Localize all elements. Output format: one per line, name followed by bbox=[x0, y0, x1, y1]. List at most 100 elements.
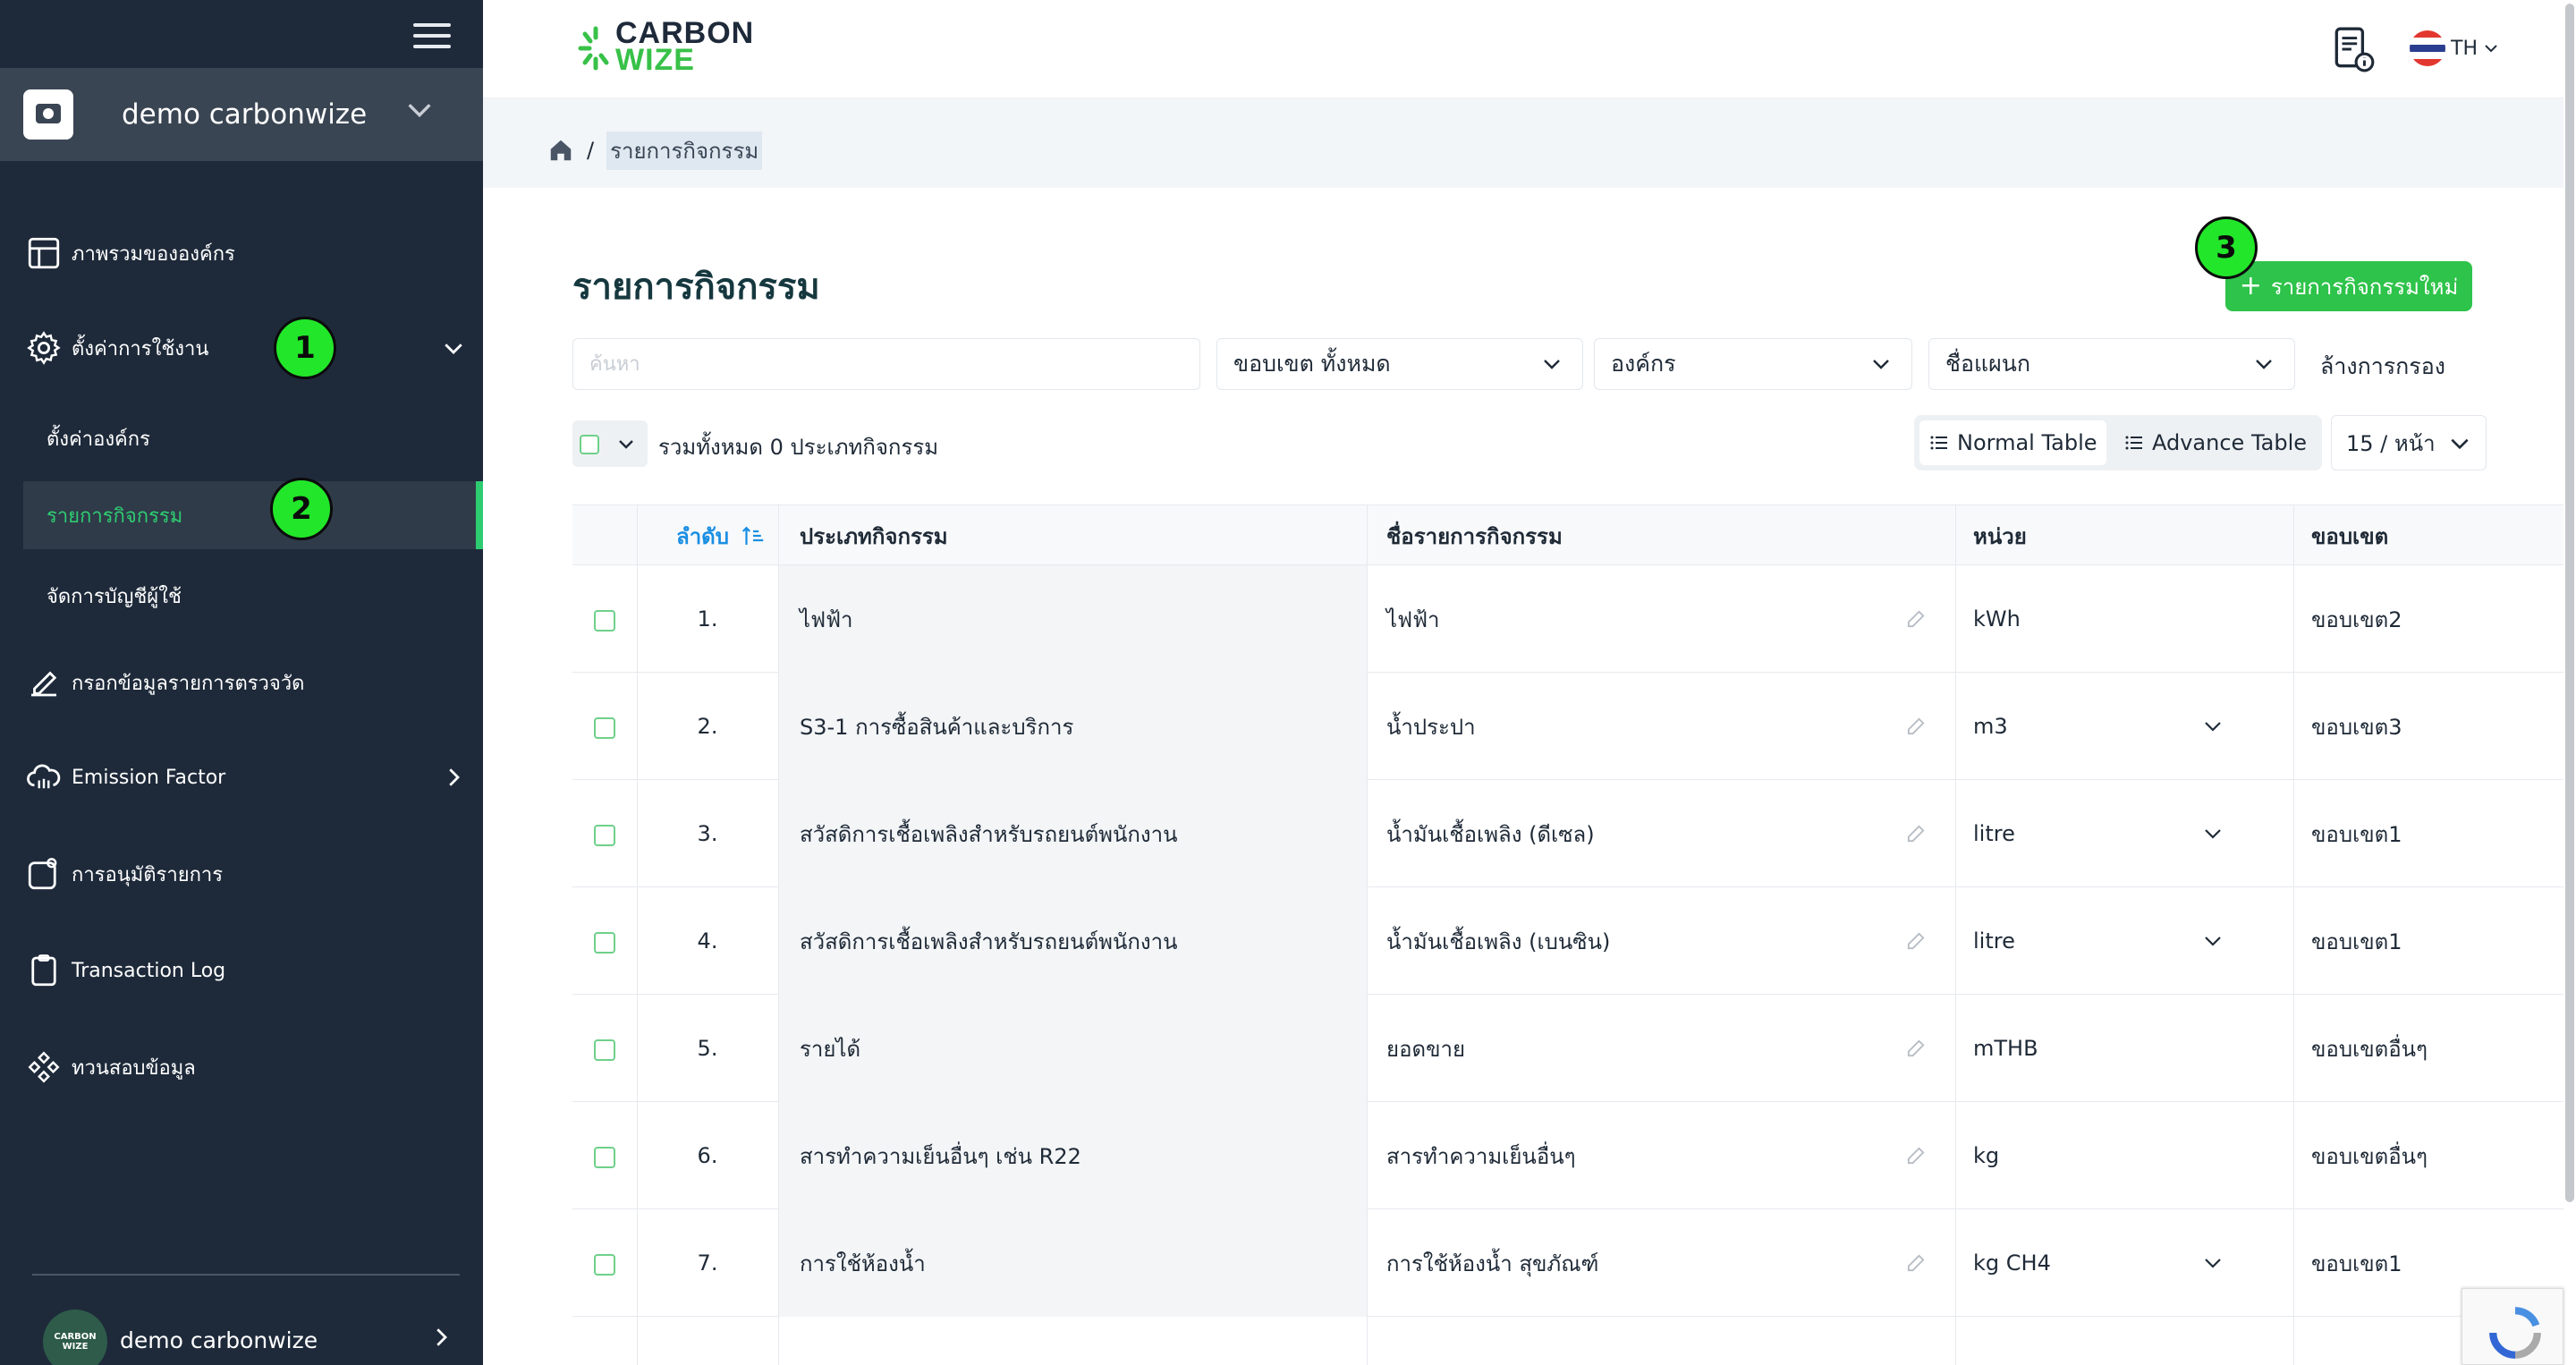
normal-table-button[interactable]: Normal Table bbox=[1919, 420, 2106, 465]
header-order[interactable]: ลำดับ bbox=[676, 505, 767, 566]
pencil-icon[interactable] bbox=[1903, 1251, 1928, 1276]
row-scope: ขอบเขต1 bbox=[2311, 928, 2402, 954]
carbonwize-logo[interactable]: CARBON WIZE bbox=[578, 18, 757, 79]
pencil-icon[interactable] bbox=[1903, 1036, 1928, 1061]
row-activity-type: การใช้ห้องน้ำ bbox=[778, 1209, 1367, 1317]
sidebar-item-label: ทวนสอบข้อมูล bbox=[72, 1056, 196, 1080]
sidebar-item-verify[interactable]: ทวนสอบข้อมูล bbox=[0, 1029, 483, 1106]
avatar-text: CARBON WIZE bbox=[54, 1332, 97, 1352]
row-activity-name: น้ำมันเชื้อเพลิง (เบนซิน) bbox=[1386, 928, 1611, 954]
language-selector[interactable]: TH bbox=[2410, 29, 2499, 68]
header-name: ชื่อรายการกิจกรรม bbox=[1386, 523, 1563, 549]
document-info-icon[interactable] bbox=[2331, 25, 2376, 73]
header-type: ประเภทกิจกรรม bbox=[800, 523, 948, 549]
row-checkbox[interactable] bbox=[594, 932, 615, 954]
home-icon[interactable] bbox=[547, 137, 574, 164]
clear-filter-button[interactable]: ล้างการกรอง bbox=[2320, 349, 2445, 385]
recaptcha-badge[interactable] bbox=[2462, 1288, 2563, 1365]
row-checkbox[interactable] bbox=[594, 1147, 615, 1168]
column-divider bbox=[1955, 504, 1956, 1365]
header-order-label: ลำดับ bbox=[676, 523, 730, 549]
page-title: รายการกิจกรรม bbox=[572, 267, 820, 308]
sidebar-subitem-activities[interactable]: รายการกิจกรรม bbox=[23, 481, 483, 549]
normal-table-label: Normal Table bbox=[1957, 430, 2097, 455]
chevron-down-icon bbox=[2256, 360, 2272, 369]
view-toggle: Normal Table Advance Table bbox=[1914, 415, 2322, 471]
pencil-icon[interactable] bbox=[1903, 928, 1928, 954]
clipboard-icon bbox=[31, 954, 56, 987]
pencil-icon[interactable] bbox=[1903, 606, 1928, 632]
sidebar-item-settings[interactable]: ตั้งค่าการใช้งาน bbox=[0, 309, 483, 386]
select-all-checkbox[interactable] bbox=[580, 435, 599, 454]
sidebar-user[interactable]: CARBON WIZE demo carbonwize bbox=[0, 1306, 483, 1365]
scope-select[interactable]: ขอบเขต ทั้งหมด bbox=[1216, 338, 1583, 390]
page-scrollbar-thumb[interactable] bbox=[2565, 4, 2574, 1202]
org-select[interactable]: องค์กร bbox=[1594, 338, 1912, 390]
sidebar-item-label: ตั้งค่าการใช้งาน bbox=[72, 337, 209, 360]
sidebar-item-emission-factor[interactable]: Emission Factor bbox=[0, 739, 483, 816]
row-activity-name: ยอดขาย bbox=[1386, 1036, 1466, 1062]
department-select[interactable]: ชื่อแผนก bbox=[1928, 338, 2295, 390]
row-activity-type: ไฟฟ้า bbox=[778, 565, 1367, 673]
select-all-dropdown[interactable] bbox=[572, 420, 648, 467]
department-select-value: ชื่อแผนก bbox=[1945, 351, 2030, 377]
camera-icon bbox=[23, 89, 73, 140]
table-row: 4. สวัสดิการเชื้อเพลิงสำหรับรถยนต์พนักงา… bbox=[572, 887, 2563, 995]
sidebar-item-label: Transaction Log bbox=[72, 959, 226, 982]
row-activity-name: น้ำประปา bbox=[1386, 714, 1476, 740]
chevron-down-icon[interactable] bbox=[2202, 930, 2224, 952]
menu-icon[interactable] bbox=[413, 23, 451, 52]
advance-table-button[interactable]: Advance Table bbox=[2114, 420, 2316, 465]
sidebar-item-transaction-log[interactable]: Transaction Log bbox=[0, 932, 483, 1009]
total-count-text: รวมทั้งหมด 0 ประเภทกิจกรรม bbox=[658, 435, 939, 460]
row-number: 2. bbox=[697, 714, 718, 739]
language-code: TH bbox=[2451, 37, 2478, 60]
sidebar-item-approval[interactable]: การอนุมัติรายการ bbox=[0, 835, 483, 912]
cloud-icon bbox=[27, 764, 61, 789]
row-activity-type: สารทำความเย็นอื่นๆ เช่น R22 bbox=[778, 1102, 1367, 1209]
list-icon bbox=[2125, 436, 2142, 450]
sidebar-subitem-org-settings[interactable]: ตั้งค่าองค์กร bbox=[0, 404, 483, 472]
sidebar-item-label: ภาพรวมขององค์กร bbox=[72, 242, 235, 266]
main-content: รายการกิจกรรม + รายการกิจกรรมใหม่ ขอบเขต… bbox=[483, 188, 2563, 1365]
row-checkbox[interactable] bbox=[594, 717, 615, 739]
row-checkbox[interactable] bbox=[594, 825, 615, 846]
chevron-down-icon bbox=[619, 440, 633, 449]
chevron-down-icon[interactable] bbox=[2202, 823, 2224, 844]
row-number: 1. bbox=[697, 606, 718, 632]
chevron-down-icon[interactable] bbox=[2202, 716, 2224, 737]
verify-icon bbox=[28, 1051, 60, 1083]
row-activity-name: ไฟฟ้า bbox=[1386, 606, 1440, 632]
sidebar-item-measurement[interactable]: กรอกข้อมูลรายการตรวจวัด bbox=[0, 644, 483, 721]
new-activity-button[interactable]: + รายการกิจกรรมใหม่ bbox=[2225, 261, 2472, 311]
chevron-down-icon bbox=[1544, 360, 1560, 369]
pencil-icon[interactable] bbox=[1903, 714, 1928, 739]
chevron-down-icon bbox=[1873, 360, 1889, 369]
pencil-icon[interactable] bbox=[1903, 821, 1928, 846]
sidebar-item-overview[interactable]: ภาพรวมขององค์กร bbox=[0, 215, 483, 292]
row-checkbox[interactable] bbox=[594, 1039, 615, 1061]
row-unit: m3 bbox=[1973, 714, 2008, 739]
sidebar-subitem-label: ตั้งค่าองค์กร bbox=[47, 428, 150, 451]
list-icon bbox=[1930, 436, 1947, 450]
row-unit: kg bbox=[1973, 1143, 2000, 1168]
pencil-icon[interactable] bbox=[1903, 1143, 1928, 1168]
row-number: 6. bbox=[697, 1143, 718, 1168]
row-unit: kg CH4 bbox=[1973, 1251, 2051, 1276]
row-checkbox[interactable] bbox=[594, 1254, 615, 1276]
row-scope: ขอบเขต1 bbox=[2311, 821, 2402, 847]
gear-icon bbox=[27, 331, 61, 365]
org-switcher[interactable]: demo carbonwize bbox=[0, 68, 483, 161]
row-number: 7. bbox=[697, 1251, 718, 1276]
per-page-value: 15 / หน้า bbox=[2346, 430, 2436, 456]
sidebar-subitem-users[interactable]: จัดการบัญชีผู้ใช้ bbox=[0, 562, 483, 630]
row-checkbox[interactable] bbox=[594, 610, 615, 632]
user-name: demo carbonwize bbox=[120, 1327, 318, 1353]
header-scope: ขอบเขต bbox=[2311, 523, 2389, 549]
sidebar-divider bbox=[32, 1274, 460, 1276]
row-activity-type: รายได้ bbox=[778, 995, 1367, 1102]
per-page-select[interactable]: 15 / หน้า bbox=[2331, 415, 2487, 471]
chevron-down-icon[interactable] bbox=[2202, 1252, 2224, 1274]
row-activity-type: สวัสดิการเชื้อเพลิงสำหรับรถยนต์พนักงาน bbox=[778, 887, 1367, 995]
search-input[interactable] bbox=[572, 338, 1200, 390]
